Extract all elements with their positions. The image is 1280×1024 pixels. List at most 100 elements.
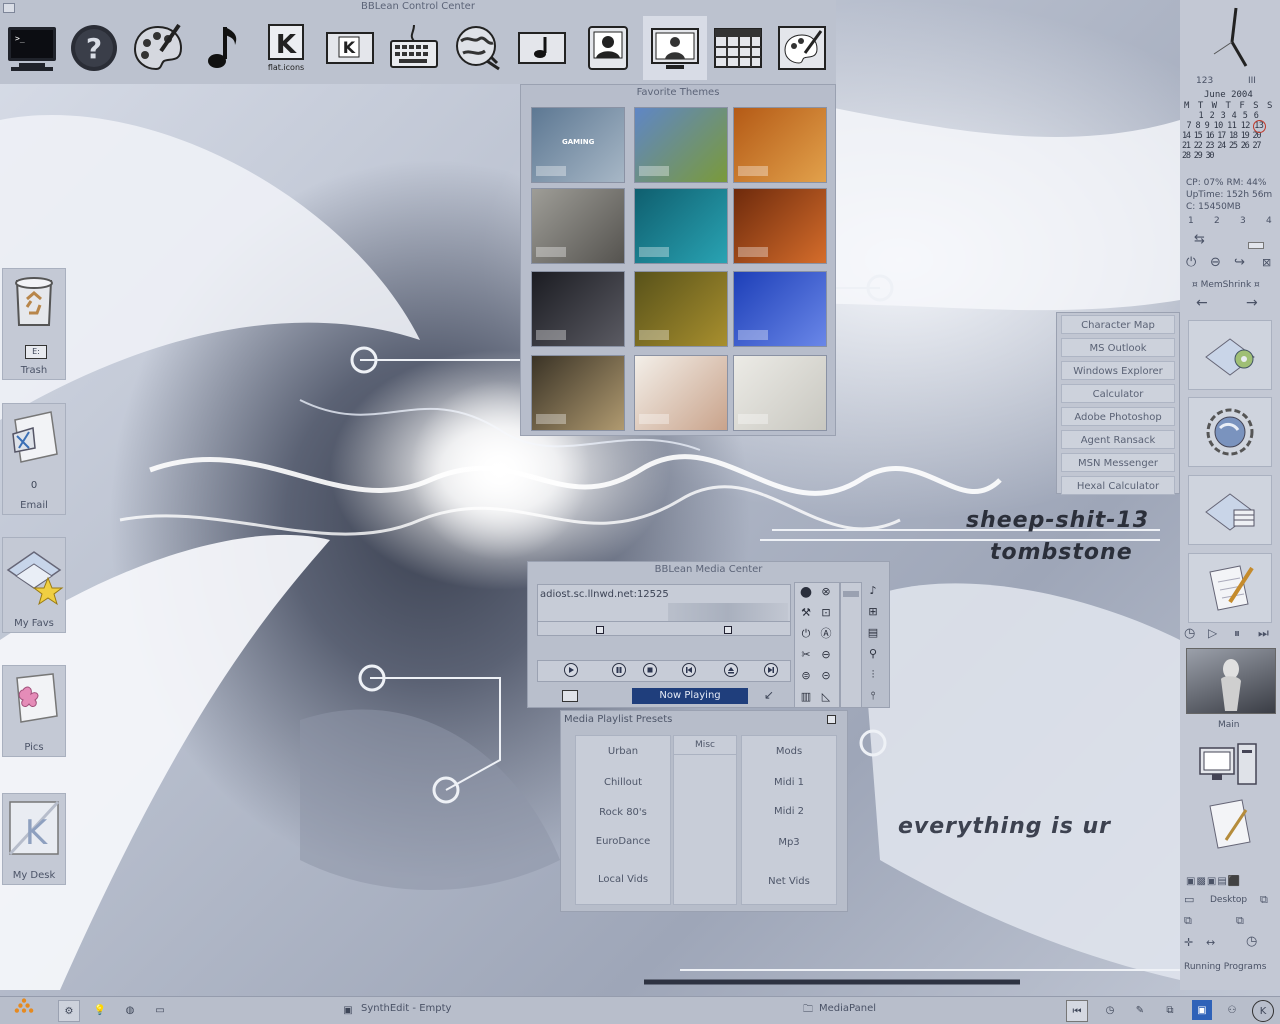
theme-bw-model-thumbnail[interactable] (531, 188, 625, 264)
users-tray-icon[interactable]: ⚇ (1222, 1000, 1242, 1020)
timer-icon[interactable]: ◷ (1246, 934, 1257, 949)
k-tray-icon[interactable]: K (1252, 1000, 1274, 1022)
mixer-icon[interactable]: ⫯ (866, 689, 880, 703)
theme-blue-desktop-thumbnail[interactable] (733, 271, 827, 347)
tile-icon[interactable]: ⧉ (1236, 914, 1244, 928)
launch-windows-explorer[interactable]: Windows Explorer (1061, 361, 1175, 380)
workspace-2[interactable]: 2 (1214, 216, 1220, 226)
terminal-icon[interactable]: >_ (0, 16, 64, 80)
now-playing-button[interactable]: Now Playing (632, 688, 748, 704)
network-tray-icon[interactable]: ⚙ (58, 1000, 80, 1022)
windows-tray-icon[interactable]: ⧉ (1160, 1000, 1180, 1020)
media-play-icon[interactable]: ▷ (1208, 626, 1217, 640)
launch-adobe-photoshop[interactable]: Adobe Photoshop (1061, 407, 1175, 426)
system-gear-dock-icon[interactable] (1188, 397, 1272, 467)
kde-window-icon[interactable]: K (318, 16, 382, 80)
media-pause-icon[interactable]: ⏸ (1234, 626, 1240, 641)
theme-orange-thumbnail[interactable] (733, 107, 827, 183)
stop-button[interactable] (643, 663, 657, 677)
theme-gaming-thumbnail[interactable]: GAMING (531, 107, 625, 183)
theme-bamboo-thumbnail[interactable] (634, 271, 728, 347)
task-synthedit[interactable]: SynthEdit - Empty (361, 1003, 451, 1014)
chart-icon[interactable]: ▥ (799, 690, 813, 704)
rewind-tray-icon[interactable]: ⏮ (1066, 1000, 1088, 1022)
pause-button[interactable] (612, 663, 626, 677)
trash-icon-tile[interactable]: E: Trash (2, 268, 66, 380)
preset-rock-80s[interactable]: Rock 80's (576, 807, 670, 818)
window-icon[interactable]: ▭ (1184, 893, 1194, 906)
palette-icon[interactable] (126, 16, 190, 80)
power-icon[interactable]: ⏻ (1186, 255, 1196, 270)
record-icon[interactable]: ● (799, 585, 813, 599)
globe-tray-icon[interactable]: ◍ (120, 1000, 140, 1020)
arrows-icon[interactable]: ↔ (1206, 936, 1215, 949)
user-portrait-icon[interactable] (576, 16, 640, 80)
eject-button[interactable] (724, 663, 738, 677)
table-grid-icon[interactable] (706, 16, 770, 80)
media-clock-icon[interactable]: ◷ (1184, 626, 1195, 641)
preset-midi-1[interactable]: Midi 1 (742, 777, 836, 788)
back-arrow-icon[interactable]: ↙ (764, 688, 774, 702)
preset-mods[interactable]: Mods (742, 746, 836, 757)
workspace-1[interactable]: 1 (1188, 216, 1194, 226)
flat-icons-icon[interactable]: K flat.icons (254, 16, 318, 80)
window-menu-icon[interactable] (3, 3, 15, 13)
battery-tray-icon[interactable]: ▭ (150, 1000, 170, 1020)
preset-eurodance[interactable]: EuroDance (576, 836, 670, 847)
desktop-switch-icon[interactable]: ⧉ (1260, 893, 1268, 907)
redirect-icon[interactable]: ↪ (1234, 255, 1245, 270)
data-dock-icon[interactable] (1188, 475, 1272, 545)
music-icon[interactable]: ♪ (866, 584, 880, 598)
clock-tray-icon[interactable]: ◷ (1100, 1000, 1120, 1020)
theme-desert-thumbnail[interactable] (531, 355, 625, 431)
start-menu-icon[interactable] (14, 997, 34, 1017)
preset-local-vids[interactable]: Local Vids (576, 874, 670, 885)
media-window-icon[interactable] (510, 16, 574, 80)
seek-slider-left[interactable] (596, 626, 604, 634)
radio-icon[interactable]: ⊡ (819, 606, 833, 620)
launch-hexal-calculator[interactable]: Hexal Calculator (1061, 476, 1175, 495)
play-button[interactable] (564, 663, 578, 677)
my-computer-icon[interactable] (1198, 742, 1262, 786)
notepad-dock-icon[interactable] (1188, 553, 1272, 623)
mute-icon[interactable]: ⊗ (819, 585, 833, 599)
theme-light-thumbnail[interactable] (733, 355, 827, 431)
volume-slider-track[interactable] (840, 582, 862, 708)
workspace-3[interactable]: 3 (1240, 216, 1246, 226)
piano-icon[interactable]: ▤ (866, 626, 880, 640)
preset-urban[interactable]: Urban (576, 746, 670, 757)
workspace-4[interactable]: 4 (1266, 216, 1272, 226)
help-icon[interactable]: ? (62, 16, 126, 80)
presets-minimize-icon[interactable] (827, 715, 836, 724)
lightbulb-icon[interactable]: 💡 (90, 1000, 110, 1020)
media-next-icon[interactable]: ⏭ (1258, 626, 1269, 641)
tape-icon[interactable]: ⊞ (866, 605, 880, 619)
theme-palette-icon[interactable] (770, 16, 834, 80)
cascade-icon[interactable]: ⧉ (1184, 914, 1192, 928)
seek-slider-right[interactable] (724, 626, 732, 634)
launch-calculator[interactable]: Calculator (1061, 384, 1175, 403)
launch-ms-outlook[interactable]: MS Outlook (1061, 338, 1175, 357)
crosshair-icon[interactable]: ✛ (1184, 936, 1193, 949)
launch-msn-messenger[interactable]: MSN Messenger (1061, 453, 1175, 472)
preset-mp3[interactable]: Mp3 (742, 837, 836, 848)
volume-icon[interactable]: ◺ (819, 690, 833, 704)
pencil-tray-icon[interactable]: ✎ (1130, 1000, 1150, 1020)
display-settings-icon[interactable] (643, 16, 707, 80)
tray-mini-icons[interactable]: ▣▩▣▤⬛ (1186, 876, 1241, 887)
task-mediapanel[interactable]: MediaPanel (819, 1003, 876, 1014)
music-note-icon[interactable] (190, 16, 254, 80)
loop-icon[interactable]: ⊖ (819, 648, 833, 662)
previous-button[interactable] (682, 663, 696, 677)
minimize-icon[interactable] (1248, 242, 1264, 249)
wrench-icon[interactable]: ⚒ (799, 606, 813, 620)
display-tray-icon[interactable]: ▣ (1192, 1000, 1212, 1020)
down-circle-icon[interactable]: ⊝ (819, 669, 833, 683)
font-icon[interactable]: Ⓐ (819, 627, 833, 641)
pics-icon-tile[interactable]: Pics (2, 665, 66, 757)
my-favs-icon-tile[interactable]: My Favs (2, 537, 66, 633)
launch-character-map[interactable]: Character Map (1061, 315, 1175, 334)
arrow-right-icon[interactable]: → (1246, 295, 1258, 311)
theme-sunset-thumbnail[interactable] (733, 188, 827, 264)
power-media-icon[interactable]: ⏻ (799, 627, 813, 641)
